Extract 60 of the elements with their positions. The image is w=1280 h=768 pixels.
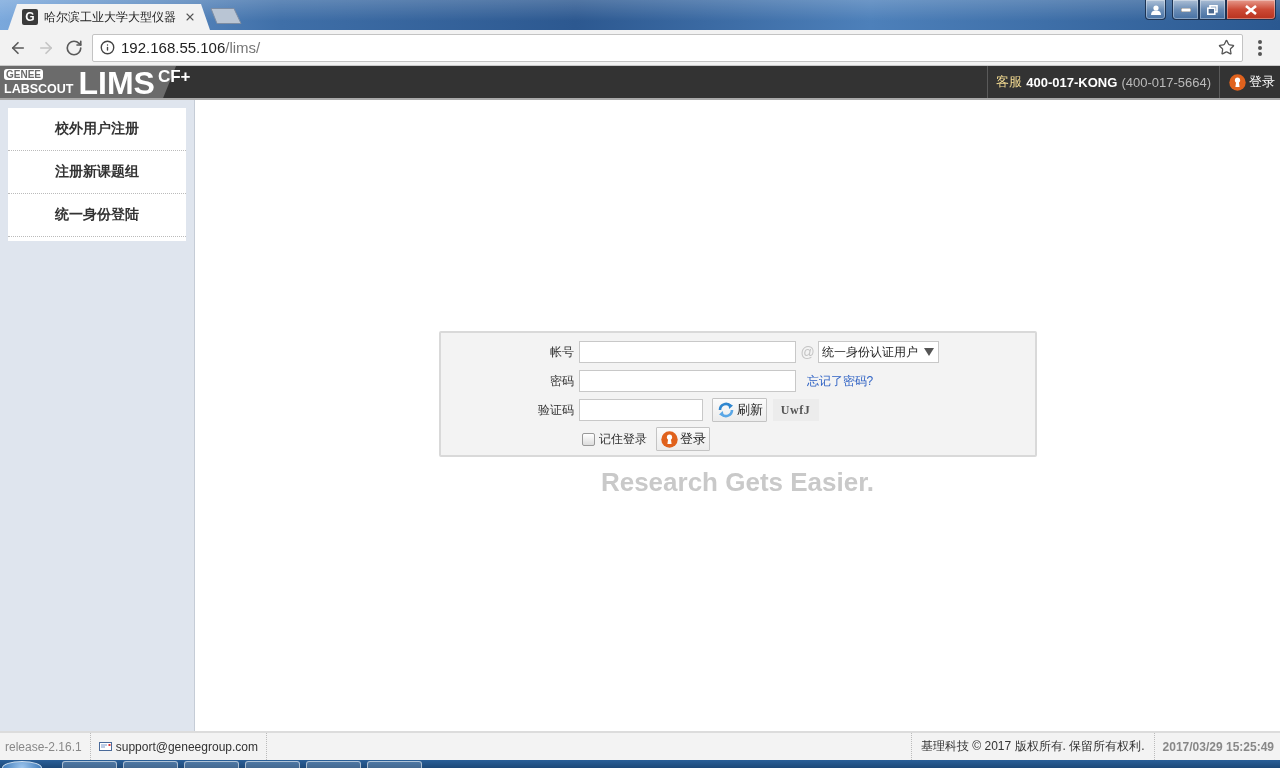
star-icon[interactable] — [1218, 39, 1235, 56]
sidebar-item[interactable]: 注册新课题组 — [8, 151, 186, 194]
refresh-button[interactable]: 刷新 — [711, 398, 767, 422]
close-icon — [1245, 4, 1257, 15]
phone-number: (400-017-5664) — [1121, 74, 1211, 90]
sidebar-item[interactable]: 校外用户注册 — [8, 108, 186, 151]
field-label: 密码 — [548, 372, 575, 390]
domain-dropdown[interactable]: 统一身份认证用户 — [817, 341, 939, 363]
username-field[interactable] — [578, 341, 796, 363]
restore-icon — [1207, 4, 1218, 15]
forgot-password-link[interactable]: 忘记了密码? — [806, 372, 874, 390]
url-text: 192.168.55.106/lims/ — [121, 39, 261, 56]
taskbar-button[interactable] — [367, 761, 422, 768]
logo-badge: GENEE — [4, 68, 43, 80]
taskbar-button[interactable] — [62, 761, 117, 768]
refresh-icon — [716, 401, 735, 419]
start-button[interactable] — [2, 761, 42, 768]
reload-icon — [65, 38, 83, 57]
logo-name: LIMS — [78, 68, 155, 98]
logo-superscript: CF+ — [157, 68, 191, 85]
browser-tab[interactable]: G 哈尔滨工业大学大型仪器 — [8, 4, 210, 30]
minimize-icon — [1180, 7, 1191, 12]
person-icon — [1150, 4, 1161, 15]
at-sign: @ — [800, 344, 815, 360]
sidebar-item[interactable]: 统一身份登陆 — [8, 194, 186, 237]
new-tab-button[interactable] — [210, 8, 242, 24]
restore-button[interactable] — [1199, 0, 1226, 20]
support-email: support@geneegroup.com — [115, 739, 258, 754]
copyright-text: 基理科技 © 2017 版权所有. 保留所有权利. — [921, 738, 1145, 755]
version-label: release-2.16.1 — [5, 739, 82, 754]
minimize-button[interactable] — [1172, 0, 1199, 20]
mail-icon — [98, 742, 112, 751]
timestamp: 2017/03/29 15:25:49 — [1162, 739, 1274, 754]
password-field[interactable] — [578, 370, 796, 392]
profile-button[interactable] — [1145, 0, 1166, 20]
login-link[interactable]: 登录 — [1219, 66, 1280, 98]
taskbar-button[interactable] — [306, 761, 361, 768]
remember-checkbox[interactable] — [581, 432, 595, 446]
field-label: 验证码 — [536, 401, 575, 419]
info-icon[interactable] — [100, 40, 115, 55]
menu-icon — [1258, 39, 1262, 56]
logo-subtitle: LABSCOUT — [4, 81, 74, 96]
captcha-field[interactable] — [578, 399, 703, 421]
taskbar-button[interactable] — [123, 761, 178, 768]
tab-title: 哈尔滨工业大学大型仪器 — [44, 8, 176, 26]
caret-icon — [923, 348, 934, 356]
hotline-text: 400-017-KONG — [1026, 74, 1118, 90]
keyhole-icon — [660, 430, 678, 448]
support-label: 客服 — [996, 73, 1023, 91]
login-button[interactable]: 登录 — [655, 427, 710, 451]
favicon-logo: G — [22, 9, 38, 25]
taskbar-button[interactable] — [184, 761, 239, 768]
close-icon[interactable] — [184, 11, 196, 23]
address-field[interactable]: 192.168.55.106/lims/ — [92, 33, 1243, 62]
captcha-image: UwfJ — [772, 399, 819, 421]
remember-label: 记住登录 — [598, 430, 647, 448]
taskbar-button[interactable] — [245, 761, 300, 768]
keyhole-icon — [1229, 73, 1246, 91]
window-close-button[interactable] — [1226, 0, 1276, 20]
field-label: 帐号 — [548, 343, 575, 361]
